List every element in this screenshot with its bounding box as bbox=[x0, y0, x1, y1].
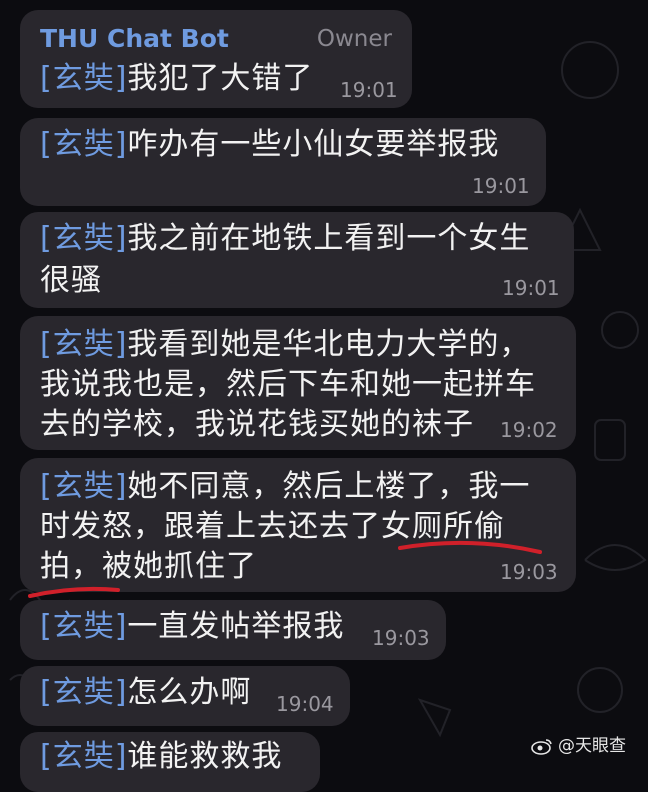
red-underline-mark bbox=[28, 540, 542, 598]
watermark-text: @天眼查 bbox=[558, 736, 626, 756]
weibo-logo-icon bbox=[530, 739, 552, 755]
watermark: @天眼查 bbox=[530, 731, 626, 756]
